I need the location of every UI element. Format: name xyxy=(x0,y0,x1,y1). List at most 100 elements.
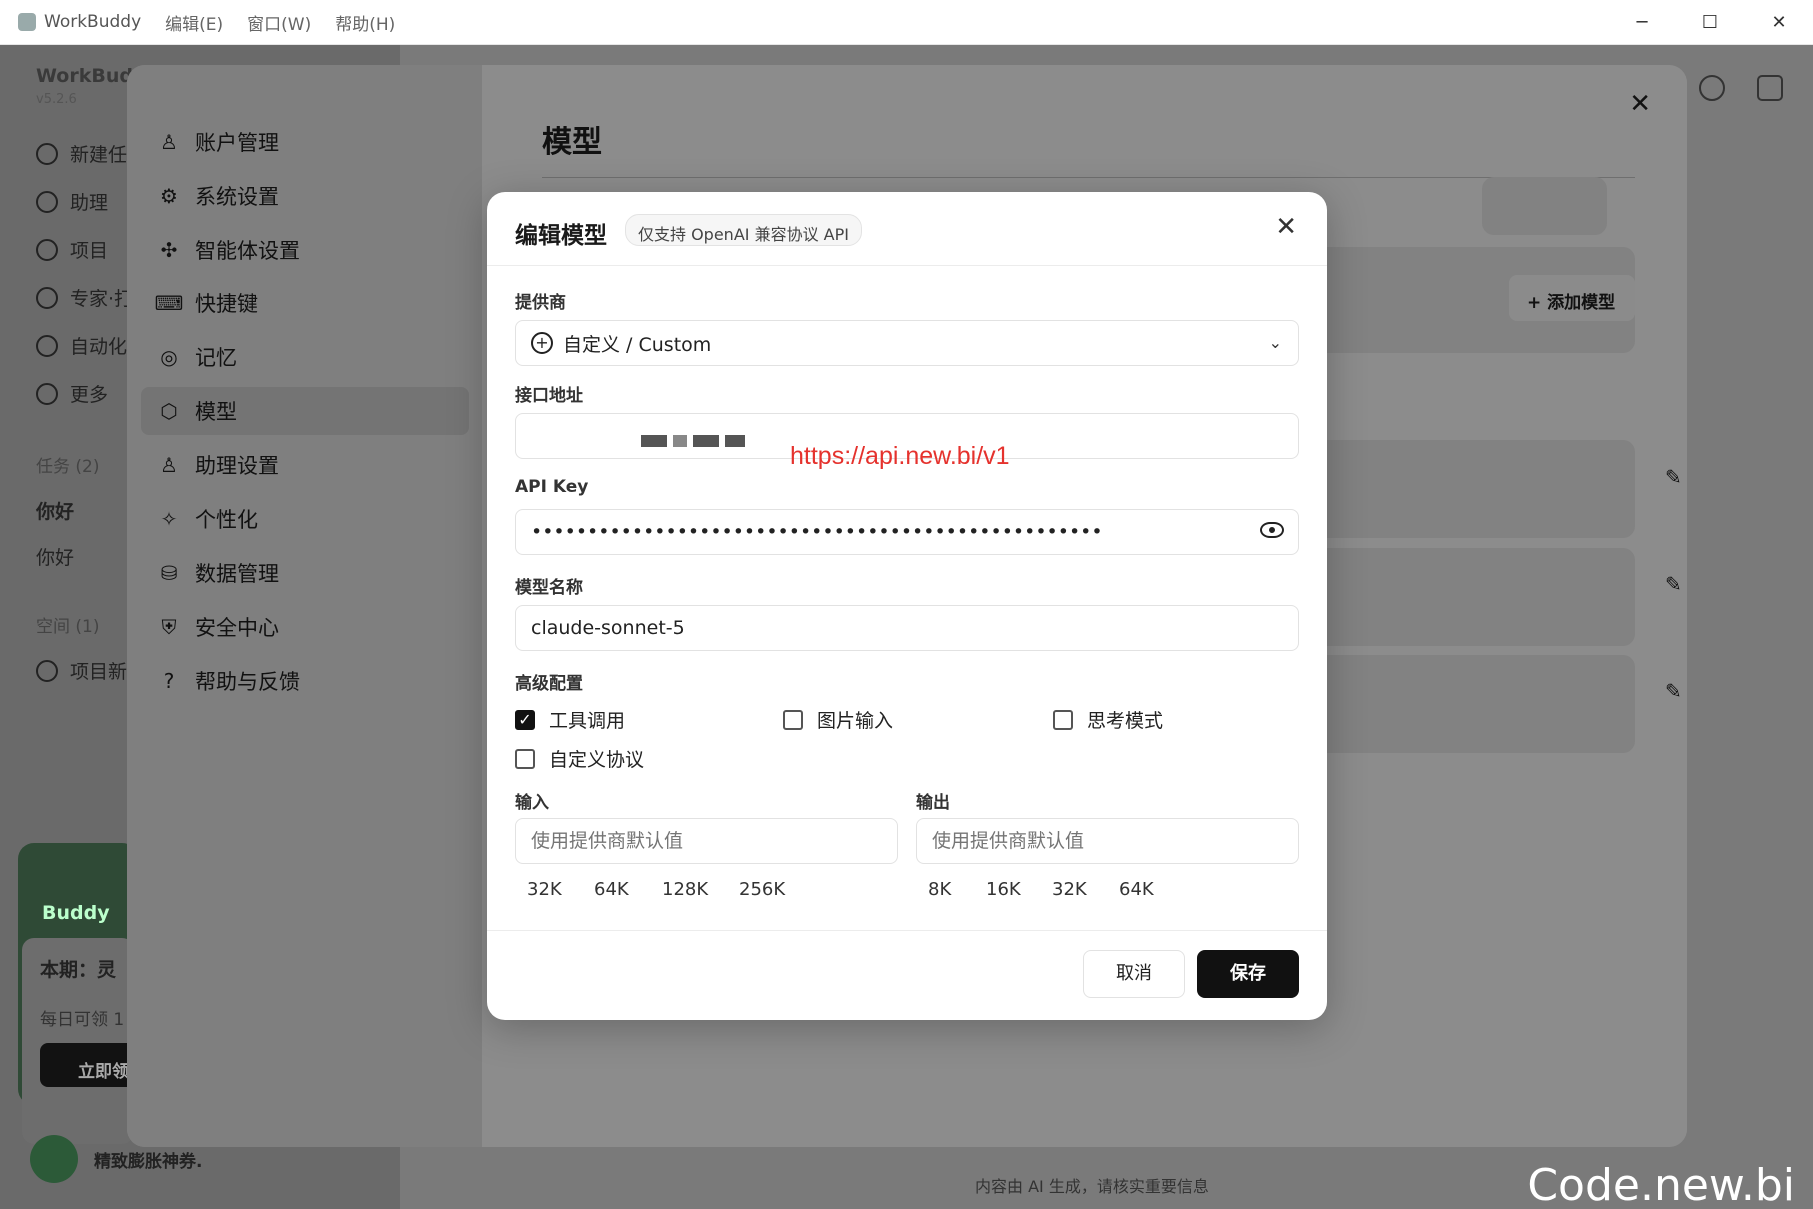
api-key-field[interactable] xyxy=(515,509,1299,555)
option-label: 思考模式 xyxy=(1087,710,1164,732)
modal-header: 编辑模型 仅支持 OpenAI 兼容协议 API ✕ xyxy=(487,192,1327,266)
modal-footer-divider xyxy=(487,930,1327,931)
settings-nav-label: 系统设置 xyxy=(195,185,279,209)
space-section-header[interactable]: 空间 (1) xyxy=(36,612,99,637)
settings-nav-memory[interactable]: ◎ 记忆 xyxy=(157,342,237,372)
minimize-icon[interactable]: ─ xyxy=(1608,0,1676,45)
settings-nav-account[interactable]: ♙ 账户管理 xyxy=(157,127,279,157)
gear-icon: ⚙ xyxy=(160,184,178,208)
settings-nav-label: 助理设置 xyxy=(195,454,279,478)
model-name-input[interactable] xyxy=(531,617,1298,639)
option-tool-calling[interactable]: ✓ 工具调用 xyxy=(515,706,625,733)
settings-nav-data[interactable]: ⛁ 数据管理 xyxy=(157,558,279,588)
avatar[interactable] xyxy=(30,1135,78,1183)
provider-label: 提供商 xyxy=(515,293,566,313)
cancel-button[interactable]: 取消 xyxy=(1083,950,1185,998)
expert-icon xyxy=(36,286,58,309)
app-logo-icon xyxy=(18,13,36,31)
assistant-icon xyxy=(36,190,58,213)
option-thinking-mode[interactable]: 思考模式 xyxy=(1053,706,1163,733)
sidebar-item-assistant[interactable]: 助理 xyxy=(36,188,108,215)
add-model-button[interactable]: + 添加模型 xyxy=(1509,275,1635,321)
menu-edit[interactable]: 编辑(E) xyxy=(165,10,223,35)
sidebar-item-more[interactable]: 更多 xyxy=(36,380,108,407)
task-item[interactable]: 你好 xyxy=(36,543,74,570)
settings-block xyxy=(1482,177,1607,235)
task-item[interactable]: 你好 xyxy=(36,497,74,524)
settings-nav-help[interactable]: ? 帮助与反馈 xyxy=(157,666,300,696)
settings-nav-shortcuts[interactable]: ⌨ 快捷键 xyxy=(155,288,258,318)
checkbox-checked-icon[interactable]: ✓ xyxy=(515,709,535,730)
settings-nav-assistant[interactable]: ♙ 助理设置 xyxy=(157,450,279,480)
output-preset-16k[interactable]: 16K xyxy=(986,879,1021,900)
sidebar-item-new-task[interactable]: 新建任 xyxy=(36,140,127,167)
endpoint-label: 接口地址 xyxy=(515,386,583,406)
edit-icon[interactable]: ✎ xyxy=(1665,679,1682,703)
option-image-input[interactable]: 图片输入 xyxy=(783,706,893,733)
settings-nav-personalize[interactable]: ✧ 个性化 xyxy=(157,504,258,534)
history-icon[interactable] xyxy=(1699,75,1725,101)
sparkle-icon: ✧ xyxy=(160,507,178,531)
assistant-icon: ♙ xyxy=(160,453,178,477)
save-button[interactable]: 保存 xyxy=(1197,950,1299,998)
input-tokens-field[interactable] xyxy=(515,818,898,864)
output-tokens-label: 输出 xyxy=(916,793,950,813)
input-tokens-input[interactable] xyxy=(531,830,897,852)
divider xyxy=(542,177,1635,178)
input-preset-128k[interactable]: 128K xyxy=(662,879,708,900)
settings-nav-label: 安全中心 xyxy=(195,616,279,640)
checkbox-icon[interactable] xyxy=(1053,709,1073,730)
checkbox-icon[interactable] xyxy=(783,709,803,730)
user-icon: ♙ xyxy=(160,130,178,154)
model-name-field[interactable] xyxy=(515,605,1299,651)
output-preset-8k[interactable]: 8K xyxy=(928,879,951,900)
eye-icon[interactable] xyxy=(1260,522,1284,538)
output-tokens-field[interactable] xyxy=(916,818,1299,864)
tasks-section-header[interactable]: 任务 (2) xyxy=(36,452,99,477)
promo-claim-button[interactable]: 立即领 xyxy=(40,1043,140,1087)
provider-select[interactable]: + 自定义 / Custom ⌄ xyxy=(515,320,1299,366)
window-close-icon[interactable]: ✕ xyxy=(1745,0,1813,45)
menu-window[interactable]: 窗口(W) xyxy=(247,10,311,35)
output-tokens-input[interactable] xyxy=(932,830,1298,852)
settings-nav-agent[interactable]: ✣ 智能体设置 xyxy=(157,235,300,265)
model-name-label: 模型名称 xyxy=(515,578,583,598)
shield-icon: ⛨ xyxy=(161,615,177,639)
settings-nav-system[interactable]: ⚙ 系统设置 xyxy=(157,181,279,211)
input-preset-256k[interactable]: 256K xyxy=(739,879,785,900)
space-item[interactable]: 项目新 xyxy=(36,657,127,684)
sidebar-item-automation[interactable]: 自动化 xyxy=(36,332,127,359)
settings-nav-security[interactable]: ⛨ 安全中心 xyxy=(157,612,280,642)
page-title: 模型 xyxy=(542,125,602,160)
checkbox-icon[interactable] xyxy=(515,748,535,769)
cube-icon: ⬡ xyxy=(160,399,178,423)
app-name: WorkBuddy xyxy=(44,12,142,32)
input-preset-64k[interactable]: 64K xyxy=(594,879,629,900)
api-key-input[interactable] xyxy=(531,521,1298,543)
sidebar-item-projects[interactable]: 项目 xyxy=(36,236,108,263)
settings-nav-models[interactable]: ⬡ 模型 xyxy=(157,396,237,426)
database-icon: ⛁ xyxy=(160,561,178,585)
api-key-label: API Key xyxy=(515,477,589,497)
edit-icon[interactable]: ✎ xyxy=(1665,465,1682,489)
input-tokens-label: 输入 xyxy=(515,793,549,813)
panel-toggle-icon[interactable] xyxy=(1757,75,1783,101)
close-icon[interactable]: ✕ xyxy=(1275,212,1297,242)
maximize-icon[interactable]: ☐ xyxy=(1676,0,1744,45)
window-titlebar: WorkBuddy 编辑(E) 窗口(W) 帮助(H) ─ ☐ ✕ xyxy=(0,0,1813,45)
project-icon xyxy=(36,659,58,682)
menu-help[interactable]: 帮助(H) xyxy=(335,10,395,35)
plus-circle-icon xyxy=(36,142,58,165)
input-preset-32k[interactable]: 32K xyxy=(527,879,562,900)
option-label: 工具调用 xyxy=(549,710,626,732)
puzzle-icon: ✣ xyxy=(160,238,178,262)
settings-close-icon[interactable]: ✕ xyxy=(1629,89,1651,119)
output-preset-64k[interactable]: 64K xyxy=(1119,879,1154,900)
option-custom-protocol[interactable]: 自定义协议 xyxy=(515,745,644,772)
automation-icon xyxy=(36,334,58,357)
sidebar-item-experts[interactable]: 专家·打 xyxy=(36,284,133,311)
edit-icon[interactable]: ✎ xyxy=(1665,572,1682,596)
output-preset-32k[interactable]: 32K xyxy=(1052,879,1087,900)
settings-nav-label: 账户管理 xyxy=(195,131,279,155)
modal-title: 编辑模型 xyxy=(515,223,607,249)
